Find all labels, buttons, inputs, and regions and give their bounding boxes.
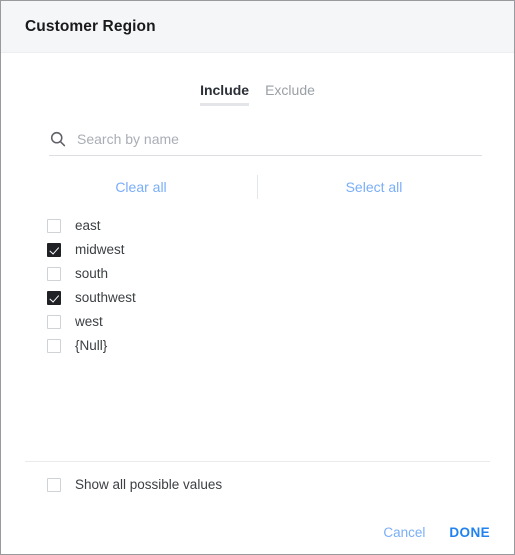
bulk-action-bar: Clear all Select all	[1, 170, 514, 204]
include-exclude-tabs: Include Exclude	[1, 83, 514, 106]
dialog-actions: Cancel DONE	[383, 525, 490, 540]
select-all-cell: Select all	[258, 179, 490, 195]
page-title: Customer Region	[25, 17, 156, 35]
option-label: east	[75, 218, 101, 234]
tab-include-label: Include	[200, 82, 250, 98]
show-all-possible-values-row[interactable]: Show all possible values	[47, 478, 222, 492]
show-all-possible-values-label: Show all possible values	[75, 477, 223, 493]
tab-include[interactable]: Include	[200, 82, 250, 106]
option-label: south	[75, 266, 109, 282]
clear-all-button[interactable]: Clear all	[115, 179, 166, 195]
option-checkbox-south[interactable]	[47, 267, 61, 281]
list-item[interactable]: southwest	[47, 286, 514, 310]
tab-exclude[interactable]: Exclude	[265, 83, 315, 106]
cancel-button[interactable]: Cancel	[383, 525, 425, 540]
list-item[interactable]: south	[47, 262, 514, 286]
customer-region-filter-dialog: Customer Region Include Exclude Clear al…	[0, 0, 515, 555]
search-icon	[50, 131, 66, 147]
list-item[interactable]: {Null}	[47, 334, 514, 358]
search-row	[49, 130, 482, 156]
option-label: {Null}	[75, 338, 108, 354]
option-checkbox-southwest[interactable]	[47, 291, 61, 305]
option-checkbox-null[interactable]	[47, 339, 61, 353]
list-item[interactable]: east	[47, 214, 514, 238]
option-checkbox-midwest[interactable]	[47, 243, 61, 257]
section-divider	[25, 461, 490, 462]
option-label: midwest	[75, 242, 125, 258]
select-all-button[interactable]: Select all	[346, 179, 403, 195]
option-label: west	[75, 314, 103, 330]
option-checkbox-east[interactable]	[47, 219, 61, 233]
list-item[interactable]: west	[47, 310, 514, 334]
tab-exclude-label: Exclude	[265, 82, 315, 98]
option-checkbox-west[interactable]	[47, 315, 61, 329]
done-button[interactable]: DONE	[449, 525, 490, 540]
region-option-list: east midwest south southwest west {Null}	[1, 214, 514, 358]
option-label: southwest	[75, 290, 136, 306]
dialog-header: Customer Region	[1, 1, 514, 53]
list-item[interactable]: midwest	[47, 238, 514, 262]
show-all-possible-values-checkbox[interactable]	[47, 478, 61, 492]
clear-all-cell: Clear all	[25, 179, 257, 195]
search-input[interactable]	[77, 131, 482, 147]
